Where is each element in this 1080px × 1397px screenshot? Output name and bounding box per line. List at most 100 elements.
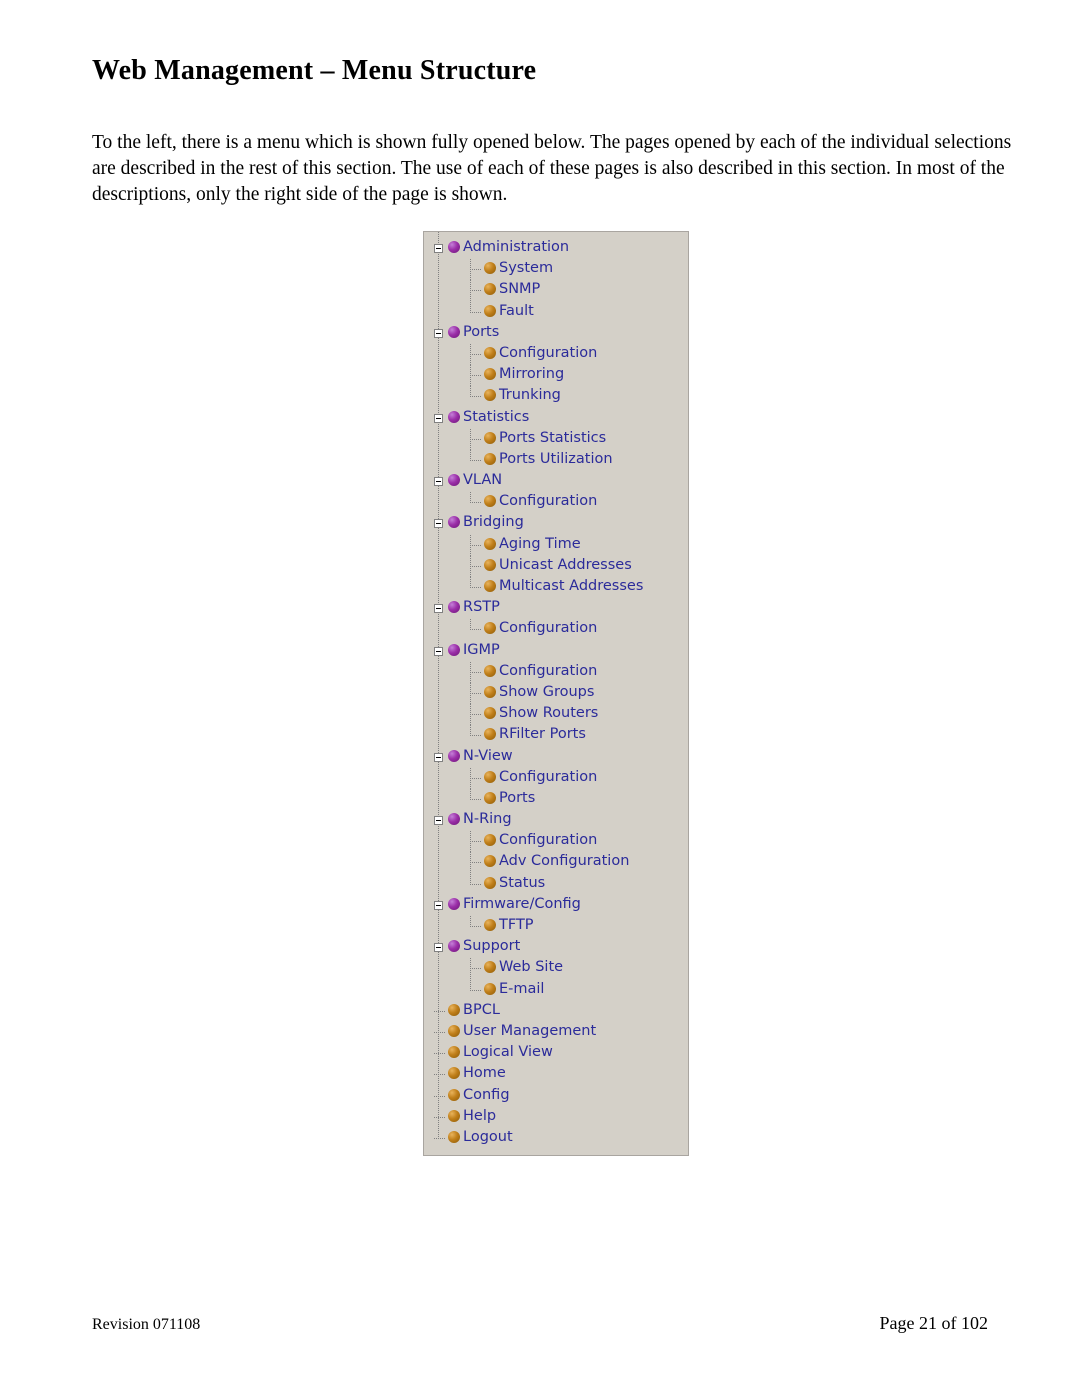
tree-item-ports-statistics[interactable]: Ports Statistics bbox=[434, 428, 688, 450]
leaf-node-bullet-icon bbox=[484, 537, 496, 550]
tree-connector-line bbox=[470, 798, 481, 800]
tree-connector-line bbox=[434, 1137, 445, 1139]
tree-item-adv-configuration[interactable]: Adv Configuration bbox=[434, 852, 688, 874]
tree-item-igmp[interactable]: IGMP bbox=[434, 641, 688, 662]
tree-item-configuration[interactable]: Configuration bbox=[434, 767, 688, 789]
leaf-node-bullet-icon bbox=[448, 1024, 460, 1037]
tree-item-help[interactable]: Help bbox=[434, 1107, 688, 1128]
tree-item-label: Unicast Addresses bbox=[499, 556, 632, 573]
tree-item-label: IGMP bbox=[463, 641, 500, 658]
tree-item-ports[interactable]: Ports bbox=[434, 788, 688, 810]
tree-item-vlan[interactable]: VLAN bbox=[434, 471, 688, 492]
tree-item-tftp[interactable]: TFTP bbox=[434, 916, 688, 937]
tree-item-label: Configuration bbox=[499, 768, 598, 785]
tree-item-administration[interactable]: Administration bbox=[434, 238, 688, 259]
footer-page-number: Page 21 of 102 bbox=[879, 1313, 988, 1333]
tree-item-show-routers[interactable]: Show Routers bbox=[434, 704, 688, 726]
tree-item-n-ring[interactable]: N-Ring bbox=[434, 810, 688, 831]
tree-connector-line bbox=[470, 926, 481, 927]
tree-item-label: VLAN bbox=[463, 472, 503, 489]
tree-item-firmware-config[interactable]: Firmware/Config bbox=[434, 895, 688, 916]
tree-connector-line bbox=[434, 1095, 445, 1097]
tree-connector-line bbox=[470, 353, 481, 355]
tree-connector-line bbox=[470, 692, 481, 694]
expander-collapse-icon[interactable] bbox=[434, 752, 443, 762]
tree-connector-line bbox=[470, 459, 481, 461]
leaf-node-bullet-icon bbox=[484, 368, 496, 381]
tree-item-label: Home bbox=[463, 1065, 506, 1082]
leaf-node-bullet-icon bbox=[448, 1003, 460, 1016]
expander-collapse-icon[interactable] bbox=[434, 816, 443, 826]
tree-item-rfilter-ports[interactable]: RFilter Ports bbox=[434, 725, 688, 746]
leaf-node-bullet-icon bbox=[484, 495, 496, 508]
tree-item-label: Show Routers bbox=[499, 705, 599, 722]
tree-item-aging-time[interactable]: Aging Time bbox=[434, 534, 688, 556]
tree-item-configuration[interactable]: Configuration bbox=[434, 492, 688, 513]
tree-item-web-site[interactable]: Web Site bbox=[434, 958, 688, 980]
tree-item-label: Firmware/Config bbox=[463, 895, 581, 912]
tree-item-label: Configuration bbox=[499, 832, 598, 849]
tree-item-e-mail[interactable]: E-mail bbox=[434, 979, 688, 1001]
tree-connector-line bbox=[434, 1053, 445, 1055]
tree-connector-line bbox=[470, 989, 481, 991]
tree-item-label: N-Ring bbox=[463, 811, 512, 828]
tree-item-multicast-addresses[interactable]: Multicast Addresses bbox=[434, 577, 688, 598]
tree-item-label: Configuration bbox=[499, 662, 598, 679]
tree-connector-line bbox=[470, 671, 481, 673]
tree-item-label: Ports Statistics bbox=[499, 429, 607, 446]
tree-item-ports[interactable]: Ports bbox=[434, 323, 688, 344]
tree-item-unicast-addresses[interactable]: Unicast Addresses bbox=[434, 555, 688, 577]
parent-node-bullet-icon bbox=[448, 897, 460, 910]
tree-item-configuration[interactable]: Configuration bbox=[434, 619, 688, 640]
leaf-node-bullet-icon bbox=[448, 1088, 460, 1101]
tree-item-label: Config bbox=[463, 1086, 510, 1103]
tree-item-fault[interactable]: Fault bbox=[434, 301, 688, 323]
tree-connector-line bbox=[470, 587, 481, 588]
tree-item-bridging[interactable]: Bridging bbox=[434, 513, 688, 534]
parent-node-bullet-icon bbox=[448, 813, 460, 826]
tree-item-support[interactable]: Support bbox=[434, 937, 688, 958]
parent-node-bullet-icon bbox=[448, 516, 460, 529]
tree-item-configuration[interactable]: Configuration bbox=[434, 343, 688, 366]
expander-collapse-icon[interactable] bbox=[434, 604, 443, 614]
tree-item-system[interactable]: System bbox=[434, 259, 688, 281]
leaf-node-bullet-icon bbox=[484, 855, 496, 868]
tree-item-logout[interactable]: Logout bbox=[434, 1128, 688, 1149]
tree-item-rstp[interactable]: RSTP bbox=[434, 598, 688, 619]
tree-item-n-view[interactable]: N-View bbox=[434, 747, 688, 768]
tree-item-mirroring[interactable]: Mirroring bbox=[434, 365, 688, 387]
tree-item-label: Adv Configuration bbox=[499, 853, 630, 870]
tree-item-status[interactable]: Status bbox=[434, 873, 688, 895]
expander-collapse-icon[interactable] bbox=[434, 646, 443, 656]
tree-item-show-groups[interactable]: Show Groups bbox=[434, 682, 688, 705]
tree-item-trunking[interactable]: Trunking bbox=[434, 386, 688, 407]
tree-connector-line bbox=[470, 714, 481, 716]
tree-item-ports-utilization[interactable]: Ports Utilization bbox=[434, 449, 688, 471]
expander-collapse-icon[interactable] bbox=[434, 943, 443, 953]
parent-node-bullet-icon bbox=[448, 474, 460, 487]
tree-item-snmp[interactable]: SNMP bbox=[434, 280, 688, 302]
tree-item-bpcl[interactable]: BPCL bbox=[434, 1001, 688, 1022]
tree-item-config[interactable]: Config bbox=[434, 1086, 688, 1107]
tree-item-configuration[interactable]: Configuration bbox=[434, 661, 688, 683]
leaf-node-bullet-icon bbox=[484, 961, 496, 974]
expander-collapse-icon[interactable] bbox=[434, 244, 443, 253]
footer-revision: Revision 071108 bbox=[92, 1316, 201, 1333]
expander-collapse-icon[interactable] bbox=[434, 477, 443, 487]
leaf-node-bullet-icon bbox=[484, 304, 496, 317]
expander-collapse-icon[interactable] bbox=[434, 413, 443, 423]
leaf-node-bullet-icon bbox=[484, 728, 496, 741]
tree-item-statistics[interactable]: Statistics bbox=[434, 408, 688, 429]
tree-item-label: Configuration bbox=[499, 493, 598, 510]
leaf-node-bullet-icon bbox=[484, 283, 496, 296]
tree-item-label: TFTP bbox=[499, 917, 534, 933]
tree-item-logical-view[interactable]: Logical View bbox=[434, 1043, 688, 1064]
intro-paragraph: To the left, there is a menu which is sh… bbox=[92, 132, 1012, 205]
expander-collapse-icon[interactable] bbox=[434, 328, 443, 338]
tree-item-user-management[interactable]: User Management bbox=[434, 1022, 688, 1043]
tree-item-label: System bbox=[499, 260, 554, 277]
expander-collapse-icon[interactable] bbox=[434, 519, 443, 529]
expander-collapse-icon[interactable] bbox=[434, 900, 443, 910]
tree-item-home[interactable]: Home bbox=[434, 1064, 688, 1085]
tree-item-configuration[interactable]: Configuration bbox=[434, 831, 688, 853]
